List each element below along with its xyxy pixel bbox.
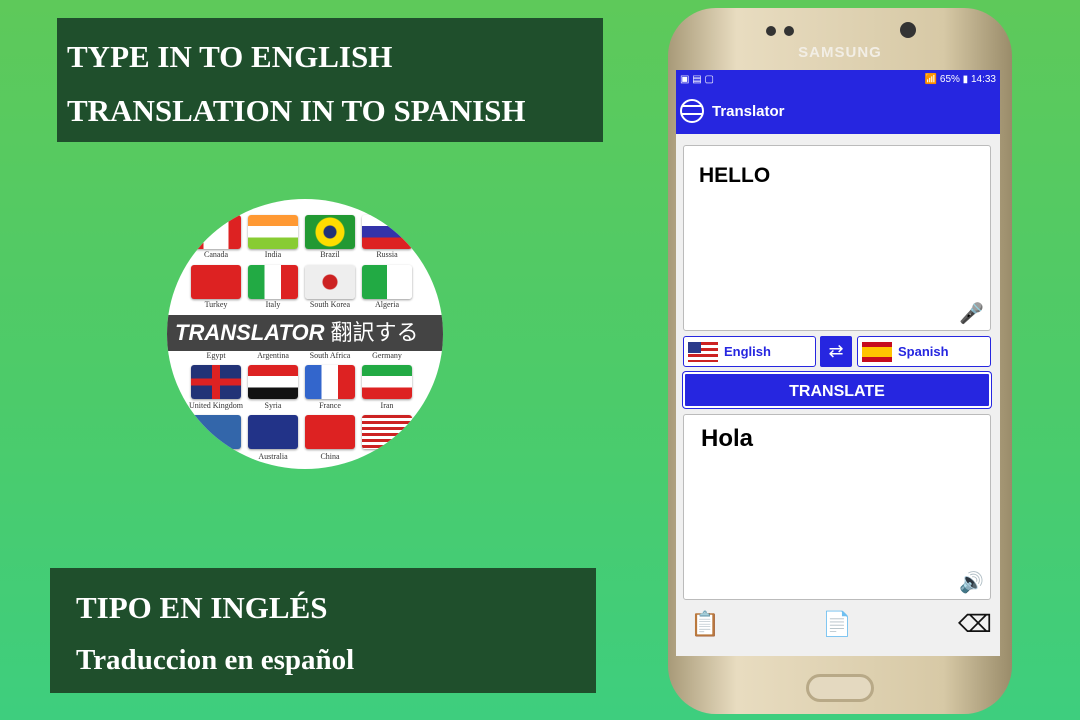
source-language-label: English: [724, 344, 771, 359]
sensor: [766, 26, 776, 36]
app-bar: Translator: [676, 88, 1000, 134]
translator-logo: Canada India Brazil Russia Turkey Italy South …: [167, 199, 443, 469]
copy-icon[interactable]: 📄: [822, 610, 852, 639]
flag-icon: [362, 215, 412, 249]
speaker-icon[interactable]: 🔊: [959, 570, 984, 595]
flag-icon: [305, 415, 355, 449]
logo-banner: TRANSLATOR 翻訳する: [167, 315, 443, 351]
banner-text: TRANSLATOR: [175, 320, 325, 345]
clock: 14:33: [970, 73, 996, 85]
source-language-button[interactable]: English: [683, 336, 816, 367]
flag-icon: [191, 365, 241, 399]
home-button[interactable]: [806, 674, 874, 702]
flag-icon: [305, 215, 355, 249]
input-text-area[interactable]: HELLO 🎤: [683, 145, 991, 331]
spain-flag-icon: [862, 341, 892, 362]
battery-level: 65%: [939, 73, 960, 85]
flag-label: Germany: [372, 351, 402, 360]
caption-line: TIPO EN INGLÉS: [76, 590, 328, 625]
flag-icon: [362, 415, 412, 449]
output-text: Hola: [701, 425, 754, 452]
front-camera: [900, 22, 916, 38]
translate-button[interactable]: TRANSLATE: [683, 372, 991, 408]
bottom-caption: TIPO EN INGLÉS Traduccion en español: [50, 568, 596, 693]
target-language-button[interactable]: Spanish: [857, 336, 991, 367]
flag-icon: [248, 415, 298, 449]
sensor: [784, 26, 794, 36]
flag-icon: [248, 215, 298, 249]
flag-label: Russia: [376, 250, 398, 259]
clipboard-icon[interactable]: 📋: [690, 610, 720, 639]
caption-line: TRANSLATION IN TO SPANISH: [67, 93, 526, 128]
flag-label: Algeria: [375, 300, 399, 309]
flag-icon: [248, 365, 298, 399]
flag-icon: [191, 415, 241, 449]
status-bar: ▣ ▤ ▢ 📶 65% ▮ 14:33: [676, 70, 1000, 88]
target-language-label: Spanish: [898, 344, 949, 359]
flag-icon: [362, 365, 412, 399]
output-text-area: Hola 🔊: [683, 414, 991, 600]
banner-text-jp: 翻訳する: [330, 320, 419, 345]
eraser-icon[interactable]: ⌫: [958, 610, 992, 639]
caption-line: Traduccion en español: [76, 644, 355, 676]
swap-languages-icon[interactable]: ⇄: [820, 336, 852, 367]
notification-icons: ▣ ▤ ▢: [680, 73, 714, 85]
flag-icon: [305, 365, 355, 399]
us-flag-icon: [688, 341, 718, 362]
brand-logo: SAMSUNG: [798, 44, 882, 61]
input-text: HELLO: [699, 164, 771, 187]
globe-icon: [680, 99, 704, 123]
flag-label: China: [320, 452, 340, 461]
phone-frame: SAMSUNG ▣ ▤ ▢ 📶 65% ▮ 14:33 Translator H…: [668, 8, 1012, 714]
caption-line: TYPE IN TO ENGLISH: [67, 39, 393, 74]
flag-label: Iran: [380, 401, 394, 410]
flag-icon: [248, 265, 298, 299]
microphone-icon[interactable]: 🎤: [959, 301, 984, 326]
flag-icon: [362, 265, 412, 299]
top-caption: TYPE IN TO ENGLISH TRANSLATION IN TO SPA…: [57, 18, 603, 142]
app-title: Translator: [712, 102, 785, 120]
app-screen: ▣ ▤ ▢ 📶 65% ▮ 14:33 Translator HELLO 🎤 E…: [676, 70, 1000, 656]
flag-icon: [305, 265, 355, 299]
flag-icon: [191, 215, 241, 249]
flag-icon: [191, 265, 241, 299]
status-right: 📶 65% ▮ 14:33: [924, 73, 996, 85]
